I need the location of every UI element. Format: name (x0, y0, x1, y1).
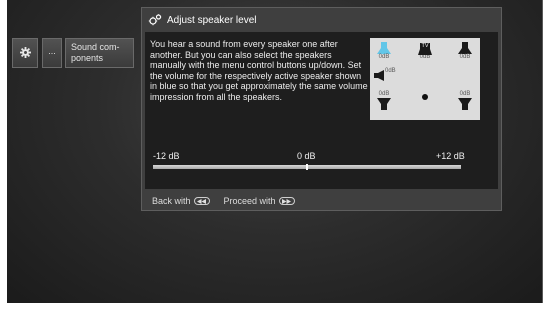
speaker-rear-right-icon (458, 98, 472, 110)
level-slider-indicator[interactable] (306, 164, 308, 170)
dialog-header: Adjust speaker level (142, 8, 501, 32)
adjust-speaker-dialog: Adjust speaker level You hear a sound fr… (141, 7, 502, 211)
menu-tile-more-label: ... (48, 46, 56, 56)
speaker-front-right-icon (458, 42, 472, 54)
tv-screen: ... Sound com- ponents Adjust speaker le… (7, 0, 543, 303)
speaker-front-right[interactable]: 0dB (458, 42, 472, 61)
menu-tile-sound-components[interactable]: Sound com- ponents (65, 38, 134, 68)
menu-tile-sound-label: Sound com- ponents (71, 42, 120, 63)
tv-frame: ... Sound com- ponents Adjust speaker le… (7, 0, 543, 303)
listener-position (422, 94, 428, 100)
menu-tile-more[interactable]: ... (42, 38, 62, 68)
speaker-rear-right[interactable]: 0dB (458, 91, 472, 110)
speaker-subwoofer-level: 0dB (385, 68, 396, 74)
dialog-title: Adjust speaker level (167, 14, 257, 26)
speaker-front-left-level: 0dB (378, 54, 390, 60)
rewind-button-icon (193, 197, 210, 205)
fast-forward-button-icon (278, 197, 295, 205)
gear-pair-icon (148, 14, 162, 26)
slider-min-label: -12 dB (153, 151, 180, 161)
dialog-body: You hear a sound from every speaker one … (145, 32, 498, 189)
slider-max-label: +12 dB (436, 151, 465, 161)
speaker-center-level: 0dB (419, 54, 431, 60)
speaker-subwoofer-icon (374, 70, 384, 81)
proceed-label: Proceed with (223, 196, 276, 206)
speaker-subwoofer[interactable]: 0dB (374, 68, 396, 81)
back-hint[interactable]: Back with (152, 196, 210, 206)
dialog-footer: Back with Proceed with (142, 191, 501, 211)
speaker-front-left[interactable]: 0dB (377, 42, 391, 61)
speaker-rear-left[interactable]: 0dB (377, 91, 391, 110)
speaker-rear-left-icon (377, 98, 391, 110)
speaker-rear-right-level: 0dB (459, 91, 471, 97)
speaker-rear-left-level: 0dB (378, 91, 390, 97)
speaker-front-left-icon (377, 42, 391, 54)
slider-mid-label: 0 dB (297, 151, 316, 161)
proceed-hint[interactable]: Proceed with (224, 196, 295, 206)
menu-tile-settings[interactable] (12, 38, 38, 68)
instruction-text: You hear a sound from every speaker one … (150, 39, 368, 102)
back-label: Back with (152, 196, 191, 206)
speaker-center-label: TV (421, 43, 429, 49)
speaker-center[interactable]: TV 0dB (418, 42, 432, 61)
speaker-front-right-level: 0dB (459, 54, 471, 60)
speaker-layout-panel: 0dB TV 0dB 0dB 0dB 0dB 0dB (370, 38, 480, 120)
gear-icon (19, 46, 31, 60)
